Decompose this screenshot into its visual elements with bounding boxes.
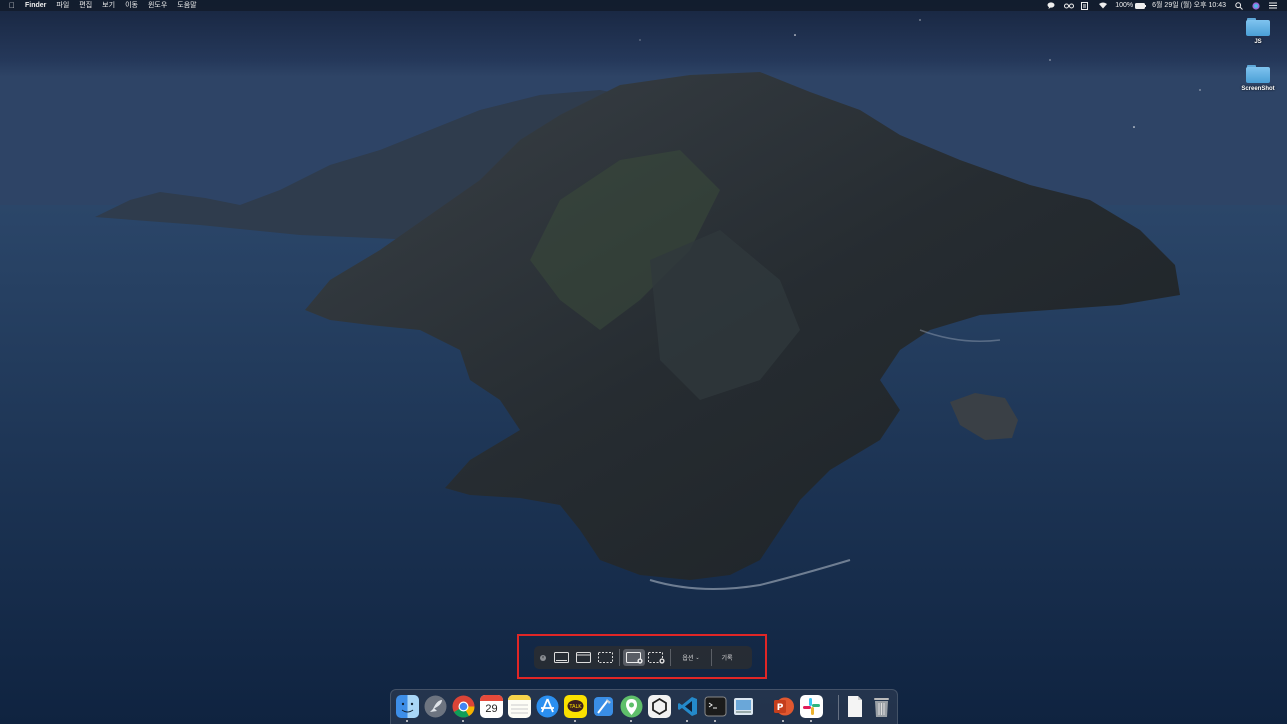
close-icon: × bbox=[540, 654, 546, 661]
dock-xcode[interactable] bbox=[592, 695, 615, 718]
dock-notes[interactable] bbox=[508, 695, 531, 718]
running-indicator bbox=[810, 720, 812, 722]
dock: 29 TALK P bbox=[390, 689, 898, 724]
folder-icon bbox=[1246, 18, 1270, 36]
dock-maps[interactable] bbox=[620, 695, 643, 718]
running-indicator bbox=[406, 720, 408, 722]
chrome-icon bbox=[452, 695, 475, 718]
preview-icon bbox=[734, 698, 753, 715]
running-indicator bbox=[630, 720, 632, 722]
menu-file[interactable]: 파일 bbox=[56, 0, 69, 11]
dock-finder[interactable] bbox=[396, 695, 419, 718]
capture-selection-button[interactable] bbox=[594, 649, 616, 666]
wifi-icon[interactable] bbox=[1098, 2, 1108, 9]
xcode-icon bbox=[594, 697, 613, 716]
glasses-icon[interactable] bbox=[1064, 2, 1075, 9]
vscode-icon bbox=[678, 697, 697, 716]
desktop-folder-label: JS bbox=[1254, 39, 1262, 45]
toolbar-divider bbox=[670, 649, 671, 666]
dock-unity[interactable] bbox=[648, 695, 671, 718]
message-icon[interactable] bbox=[1047, 2, 1055, 9]
record-button[interactable]: 기록 bbox=[715, 649, 739, 666]
desktop-folder-label: ScreenShot bbox=[1241, 86, 1275, 92]
window-icon bbox=[575, 652, 591, 663]
menu-edit[interactable]: 편집 bbox=[79, 0, 92, 11]
desktop-folder-js[interactable]: JS bbox=[1233, 18, 1283, 45]
toolbar-divider bbox=[711, 649, 712, 666]
dock-powerpoint[interactable]: P bbox=[772, 695, 795, 718]
dock-chrome[interactable] bbox=[452, 695, 475, 718]
menu-go[interactable]: 이동 bbox=[125, 0, 138, 11]
menu-view[interactable]: 보기 bbox=[102, 0, 115, 11]
calendar-day: 29 bbox=[485, 703, 498, 715]
terminal-icon bbox=[704, 696, 727, 717]
menu-window[interactable]: 윈도우 bbox=[148, 0, 167, 11]
capture-entire-screen-button[interactable] bbox=[550, 649, 572, 666]
battery-percent: 100% bbox=[1115, 2, 1134, 9]
trash-icon bbox=[874, 698, 889, 717]
screenshot-toolbar: × 옵션 ⌄ 기록 bbox=[534, 646, 752, 669]
capture-window-button[interactable] bbox=[572, 649, 594, 666]
desktop-wallpaper bbox=[0, 0, 1287, 724]
running-indicator bbox=[714, 720, 716, 722]
app-store-icon bbox=[536, 695, 559, 718]
siri-icon[interactable] bbox=[1252, 2, 1260, 10]
finder-icon bbox=[396, 695, 419, 718]
record-selection-button[interactable] bbox=[645, 649, 667, 666]
options-dropdown-button[interactable]: 옵션 ⌄ bbox=[674, 649, 708, 666]
powerpoint-icon: P bbox=[774, 697, 794, 716]
dock-divider bbox=[838, 695, 839, 720]
spotlight-search-icon[interactable] bbox=[1235, 2, 1243, 10]
record-entire-screen-button[interactable] bbox=[623, 649, 645, 666]
dock-calendar[interactable]: 29 bbox=[480, 695, 503, 718]
notes-icon[interactable] bbox=[1081, 2, 1089, 10]
folder-icon bbox=[1246, 65, 1270, 83]
svg-text:P: P bbox=[777, 703, 784, 713]
document-icon bbox=[848, 696, 862, 717]
dock-app-store[interactable] bbox=[536, 695, 559, 718]
rocket-icon bbox=[424, 695, 447, 718]
svg-text:TALK: TALK bbox=[568, 704, 582, 710]
battery-icon[interactable] bbox=[1135, 2, 1147, 9]
apple-menu-icon[interactable]:  bbox=[9, 0, 15, 11]
dock-launchpad[interactable] bbox=[424, 695, 447, 718]
running-indicator bbox=[462, 720, 464, 722]
slack-icon bbox=[800, 695, 823, 718]
record-screen-icon bbox=[625, 651, 643, 664]
notification-center-icon[interactable] bbox=[1269, 2, 1277, 9]
toolbar-divider bbox=[619, 649, 620, 666]
dock-terminal[interactable] bbox=[704, 695, 727, 718]
dock-trash[interactable] bbox=[870, 695, 893, 718]
desktop-folder-screenshot[interactable]: ScreenShot bbox=[1233, 65, 1283, 92]
map-pin-icon bbox=[620, 695, 643, 718]
options-label: 옵션 bbox=[682, 656, 694, 662]
dock-preview[interactable] bbox=[732, 695, 755, 718]
menu-bar:  Finder 파일 편집 보기 이동 윈도우 도움말 100% 6월 29일… bbox=[0, 0, 1287, 11]
record-label: 기록 bbox=[721, 656, 733, 662]
menu-app-name[interactable]: Finder bbox=[25, 0, 46, 11]
running-indicator bbox=[574, 720, 576, 722]
running-indicator bbox=[686, 720, 688, 722]
selection-icon bbox=[597, 652, 613, 663]
unity-icon bbox=[648, 695, 671, 718]
close-toolbar-button[interactable]: × bbox=[536, 649, 550, 666]
dock-document[interactable] bbox=[843, 695, 866, 718]
clock-datetime[interactable]: 6월 29일 (월) 오후 10:43 bbox=[1152, 0, 1226, 11]
running-indicator bbox=[782, 720, 784, 722]
menu-help[interactable]: 도움말 bbox=[177, 0, 196, 11]
dock-vscode[interactable] bbox=[676, 695, 699, 718]
chevron-down-icon: ⌄ bbox=[695, 654, 700, 661]
dock-kakaotalk[interactable]: TALK bbox=[564, 695, 587, 718]
notes-app-icon bbox=[508, 695, 531, 718]
kakaotalk-icon: TALK bbox=[564, 695, 587, 718]
screen-icon bbox=[553, 652, 569, 663]
dock-slack[interactable] bbox=[800, 695, 823, 718]
record-selection-icon bbox=[647, 651, 665, 664]
